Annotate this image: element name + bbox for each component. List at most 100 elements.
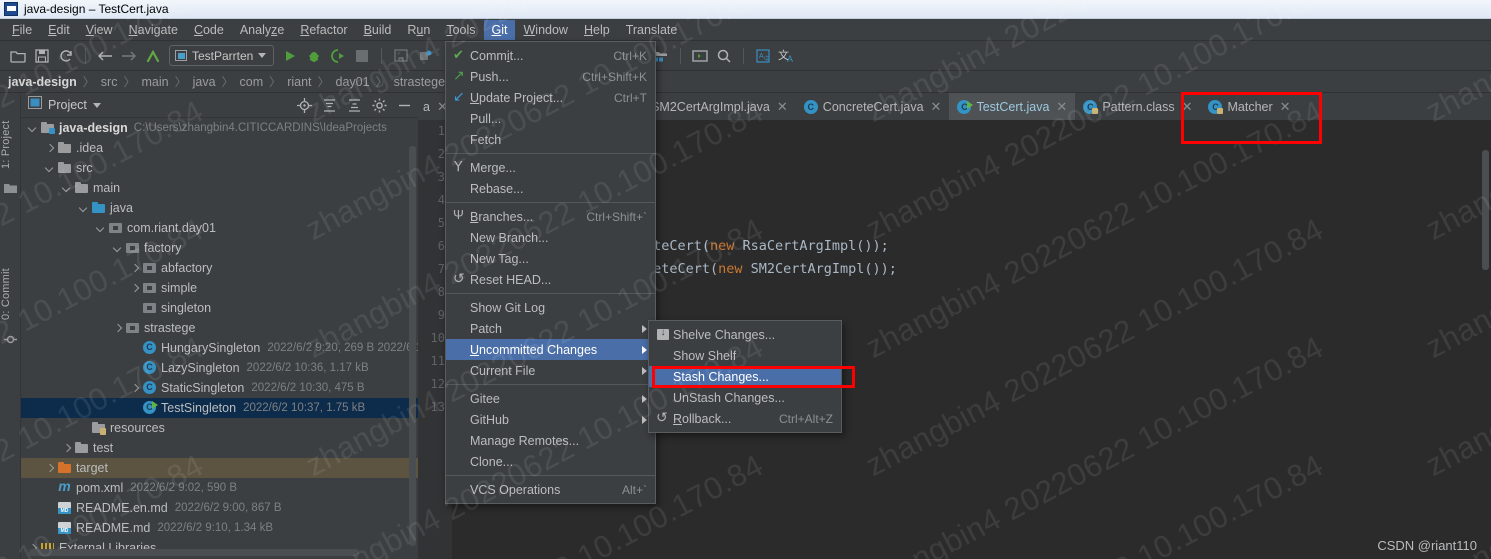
- menu-build[interactable]: Build: [356, 20, 400, 40]
- close-icon[interactable]: ✕: [1056, 99, 1067, 115]
- git-menu-vcs-operations[interactable]: VCS Operations Alt+`: [446, 479, 655, 500]
- chevron-down-icon[interactable]: [60, 182, 73, 195]
- menu-refactor[interactable]: Refactor: [292, 20, 355, 40]
- breadcrumb-item-java-design[interactable]: java-design: [8, 75, 77, 89]
- menu-navigate[interactable]: Navigate: [121, 20, 186, 40]
- tree-row[interactable]: singleton: [21, 298, 418, 318]
- tree-row[interactable]: .idea: [21, 138, 418, 158]
- git-menu-current-file[interactable]: Current File: [446, 360, 655, 381]
- menu-analyze[interactable]: Analyze: [232, 20, 292, 40]
- submenu-rollback[interactable]: Rollback... Ctrl+Alt+Z: [649, 408, 841, 429]
- git-menu-new-branch[interactable]: New Branch...: [446, 227, 655, 248]
- breadcrumb-item-java[interactable]: java: [193, 75, 216, 89]
- tree-row[interactable]: resources: [21, 418, 418, 438]
- tree-row[interactable]: simple: [21, 278, 418, 298]
- git-menu-github[interactable]: GitHub: [446, 409, 655, 430]
- close-icon[interactable]: ✕: [777, 99, 788, 115]
- project-structure-icon[interactable]: [389, 45, 413, 67]
- tree-row[interactable]: pom.xml 2022/6/2 9:02, 590 B: [21, 478, 418, 498]
- submenu-unstash-changes[interactable]: UnStash Changes...: [649, 387, 841, 408]
- tree-row[interactable]: com.riant.day01: [21, 218, 418, 238]
- submenu-shelve-changes[interactable]: Shelve Changes...: [649, 324, 841, 345]
- save-icon[interactable]: [30, 45, 54, 67]
- chevron-down-icon[interactable]: [26, 122, 39, 135]
- tool-window-button-commit[interactable]: 0: Commit: [0, 248, 21, 320]
- project-vertical-scrollbar[interactable]: [409, 146, 416, 546]
- git-menu-pull[interactable]: Pull...: [446, 108, 655, 129]
- git-menu-patch[interactable]: Patch: [446, 318, 655, 339]
- editor-tab-testcert-java[interactable]: TestCert.java ✕: [949, 93, 1076, 120]
- chevron-right-icon[interactable]: [111, 322, 124, 335]
- chevron-right-icon[interactable]: [128, 382, 141, 395]
- tree-row[interactable]: java-design C:\Users\zhangbin4.CITICCARDI…: [21, 118, 418, 138]
- chevron-right-icon[interactable]: [43, 462, 56, 475]
- debug-icon[interactable]: [302, 45, 326, 67]
- menu-git[interactable]: Git: [483, 19, 516, 40]
- chevron-right-icon[interactable]: [60, 442, 73, 455]
- breadcrumb-item-strastege[interactable]: strastege: [394, 75, 445, 89]
- project-horizontal-scrollbar[interactable]: [29, 549, 359, 556]
- locate-icon[interactable]: [295, 96, 314, 115]
- tree-row[interactable]: main: [21, 178, 418, 198]
- git-menu-merge[interactable]: Merge...: [446, 157, 655, 178]
- breadcrumb-item-riant[interactable]: riant: [287, 75, 311, 89]
- git-menu-uncommitted-changes[interactable]: Uncommitted Changes: [446, 339, 655, 360]
- collapse-all-icon[interactable]: [345, 96, 364, 115]
- tree-row[interactable]: README.en.md 2022/6/2 9:00, 867 B: [21, 498, 418, 518]
- git-menu-gitee[interactable]: Gitee: [446, 388, 655, 409]
- menu-window[interactable]: Window: [515, 20, 575, 40]
- menu-file[interactable]: File: [4, 20, 40, 40]
- menu-run[interactable]: Run: [399, 20, 438, 40]
- git-menu-manage-remotes[interactable]: Manage Remotes...: [446, 430, 655, 451]
- git-menu-push[interactable]: Push... Ctrl+Shift+K: [446, 66, 655, 87]
- submenu-show-shelf[interactable]: Show Shelf: [649, 345, 841, 366]
- close-icon[interactable]: ✕: [931, 99, 942, 115]
- tree-row[interactable]: target: [21, 458, 418, 478]
- menu-tools[interactable]: Tools: [438, 20, 483, 40]
- menu-code[interactable]: Code: [186, 20, 232, 40]
- submenu-stash-changes[interactable]: Stash Changes...: [649, 366, 841, 387]
- chevron-right-icon[interactable]: [128, 262, 141, 275]
- editor-tab-matcher[interactable]: Matcher ✕: [1200, 93, 1298, 120]
- run-configuration-selector[interactable]: TestParrten: [169, 45, 275, 66]
- translate-box-icon[interactable]: A中: [751, 45, 775, 67]
- close-icon[interactable]: ✕: [1182, 99, 1193, 115]
- project-tree[interactable]: java-design C:\Users\zhangbin4.CITICCARDI…: [21, 118, 418, 559]
- git-menu-clone[interactable]: Clone...: [446, 451, 655, 472]
- compile-icon[interactable]: [141, 45, 165, 67]
- chevron-down-icon[interactable]: [111, 242, 124, 255]
- minimize-icon[interactable]: [395, 96, 414, 115]
- breadcrumb-item-com[interactable]: com: [240, 75, 264, 89]
- expand-all-icon[interactable]: [320, 96, 339, 115]
- run-coverage-icon[interactable]: [326, 45, 350, 67]
- chevron-right-icon[interactable]: [128, 282, 141, 295]
- chevron-down-icon[interactable]: [92, 102, 101, 108]
- git-menu-show-git-log[interactable]: Show Git Log: [446, 297, 655, 318]
- chevron-down-icon[interactable]: [77, 202, 90, 215]
- menu-edit[interactable]: Edit: [40, 20, 78, 40]
- editor-tab-concretecert-java[interactable]: ConcreteCert.java ✕: [796, 93, 950, 120]
- chevron-down-icon[interactable]: [94, 222, 107, 235]
- forward-arrow-icon[interactable]: [117, 45, 141, 67]
- tree-row[interactable]: factory: [21, 238, 418, 258]
- back-arrow-icon[interactable]: [93, 45, 117, 67]
- git-menu-branches[interactable]: Branches... Ctrl+Shift+`: [446, 206, 655, 227]
- tree-row[interactable]: LazySingleton 2022/6/2 10:36, 1.17 kB: [21, 358, 418, 378]
- git-menu-dropdown[interactable]: Commit... Ctrl+K Push... Ctrl+Shift+K Update…: [445, 41, 656, 504]
- editor-vertical-scrollbar[interactable]: [1482, 150, 1489, 270]
- tree-row[interactable]: java: [21, 198, 418, 218]
- tree-row[interactable]: HungarySingleton 2022/6/2 9:20, 269 B 202…: [21, 338, 418, 358]
- tree-row[interactable]: StaticSingleton 2022/6/2 10:30, 475 B: [21, 378, 418, 398]
- translate-icon[interactable]: 文A: [775, 45, 799, 67]
- run-icon[interactable]: [278, 45, 302, 67]
- tree-row[interactable]: src: [21, 158, 418, 178]
- git-menu-rebase[interactable]: Rebase...: [446, 178, 655, 199]
- tree-row[interactable]: TestSingleton 2022/6/2 10:37, 1.75 kB: [21, 398, 418, 418]
- git-menu-update-project[interactable]: Update Project... Ctrl+T: [446, 87, 655, 108]
- menu-translate[interactable]: Translate: [618, 20, 686, 40]
- chevron-right-icon[interactable]: [43, 142, 56, 155]
- git-menu-new-tag[interactable]: New Tag...: [446, 248, 655, 269]
- sync-icon[interactable]: [54, 45, 78, 67]
- tree-row[interactable]: README.md 2022/6/2 9:10, 1.34 kB: [21, 518, 418, 538]
- search-icon[interactable]: [712, 45, 736, 67]
